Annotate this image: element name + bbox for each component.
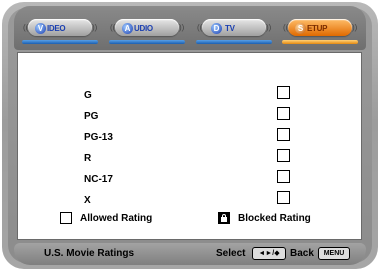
tab-tv[interactable]: (( D TV )) <box>194 18 274 44</box>
select-hint-label: Select <box>216 248 246 259</box>
tab-right-paren: )) <box>92 23 98 32</box>
rating-checkbox[interactable] <box>277 107 290 120</box>
rating-checkbox[interactable] <box>277 128 290 141</box>
lock-icon <box>218 212 230 224</box>
allowed-rating-label: Allowed Rating <box>80 213 153 224</box>
tab-underline <box>109 40 185 44</box>
ratings-panel: G PG PG-13 R NC-17 X Allowed Rating Bloc… <box>17 52 362 240</box>
status-bar: U.S. Movie Ratings Select ◄►/◆ Back MENU <box>14 243 366 265</box>
tab-pill: V IDEO <box>28 19 92 36</box>
tab-setup[interactable]: (( S ETUP )) <box>280 18 360 44</box>
tab-pill: A UDIO <box>115 19 179 36</box>
blocked-rating-label: Blocked Rating <box>238 213 311 224</box>
back-hint-label: Back <box>290 248 314 259</box>
rating-label: G <box>84 90 92 101</box>
tab-video[interactable]: (( V IDEO )) <box>20 18 100 44</box>
tab-tv-label: TV <box>225 24 235 33</box>
tab-setup-label: ETUP <box>307 24 328 33</box>
video-icon: V <box>35 23 46 34</box>
rating-checkbox[interactable] <box>277 149 290 162</box>
rating-checkbox[interactable] <box>277 191 290 204</box>
rating-row[interactable]: NC-17 <box>18 170 361 191</box>
tab-audio[interactable]: (( A UDIO )) <box>107 18 187 44</box>
rating-checkbox[interactable] <box>277 86 290 99</box>
rating-row[interactable]: G <box>18 86 361 107</box>
audio-icon: A <box>122 23 133 34</box>
rating-label: X <box>84 195 91 206</box>
rating-row[interactable]: PG <box>18 107 361 128</box>
rating-label: R <box>84 153 92 164</box>
rating-row[interactable]: X <box>18 191 361 212</box>
rating-row[interactable]: R <box>18 149 361 170</box>
rating-row[interactable]: PG-13 <box>18 128 361 149</box>
tab-underline <box>196 40 272 44</box>
tab-video-label: IDEO <box>47 24 66 33</box>
tab-underline <box>282 40 358 44</box>
rating-label: PG <box>84 111 99 122</box>
rating-label: PG-13 <box>84 132 113 143</box>
status-title: U.S. Movie Ratings <box>44 248 135 259</box>
lock-body <box>221 217 227 222</box>
tv-icon: D <box>211 23 222 34</box>
rating-checkbox[interactable] <box>277 170 290 183</box>
tab-right-paren: )) <box>266 23 272 32</box>
tab-underline <box>22 40 98 44</box>
setup-icon: S <box>295 23 306 34</box>
rating-label: NC-17 <box>84 174 113 185</box>
allowed-rating-icon <box>60 212 72 224</box>
menu-key-icon: MENU <box>318 247 350 260</box>
tab-pill: S ETUP <box>288 19 352 36</box>
arrow-keys-icon: ◄►/◆ <box>252 247 286 260</box>
tab-right-paren: )) <box>179 23 185 32</box>
menu-tab-bar: (( V IDEO )) (( A UDIO )) (( D TV )) (( … <box>14 6 366 50</box>
tab-right-paren: )) <box>352 23 358 32</box>
tab-pill: D TV <box>202 19 266 36</box>
tab-audio-label: UDIO <box>134 24 153 33</box>
